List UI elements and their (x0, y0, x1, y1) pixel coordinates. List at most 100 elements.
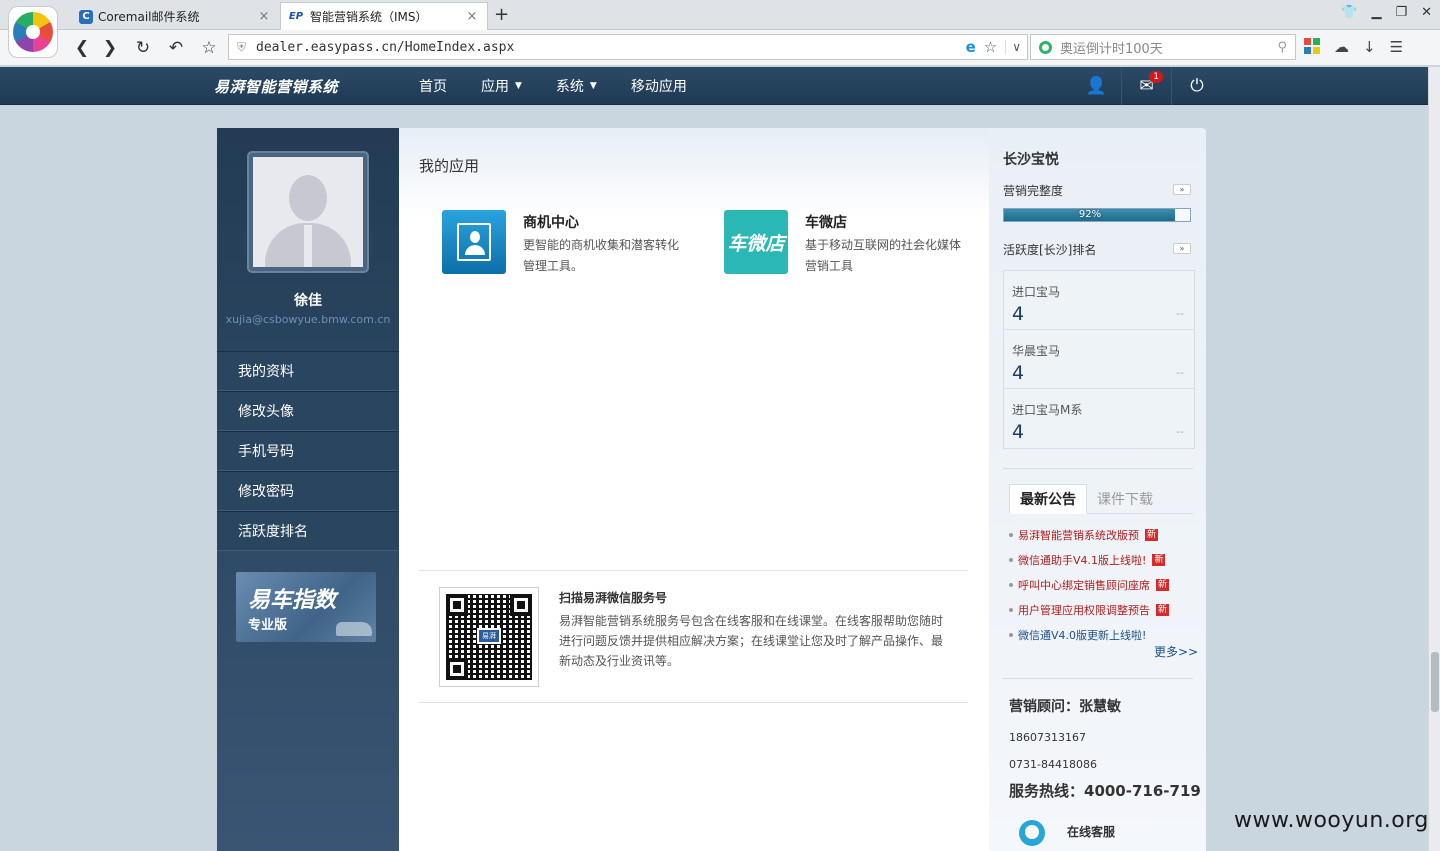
app-card-car-microstore[interactable]: 车微店 车微店 基于移动互联网的社会化媒体营销工具 (724, 210, 984, 280)
search-engine-icon (1039, 40, 1052, 54)
more-notices-link[interactable]: 更多>> (1154, 643, 1198, 660)
scrollbar-thumb[interactable] (1431, 652, 1439, 712)
menu-mobile-apps[interactable]: 移动应用 (631, 67, 687, 105)
security-shield-icon: ⛨ (237, 39, 247, 54)
notice-item[interactable]: 微信通助手V4.1版上线啦! 新 (1009, 547, 1199, 572)
sidebar-item-change-password[interactable]: 修改密码 (217, 471, 399, 511)
online-service-icon[interactable] (1019, 820, 1045, 846)
tab-title: Coremail邮件系统 (98, 10, 200, 24)
app-card-opportunity-center[interactable]: 商机中心 更智能的商机收集和潜客转化管理工具。 (442, 210, 702, 280)
mail-icon[interactable]: ✉ 1 (1122, 67, 1172, 105)
minimize-icon[interactable]: ▁ (1371, 5, 1381, 20)
power-icon[interactable]: ⏻ (1172, 67, 1222, 105)
close-tab-icon[interactable]: × (465, 9, 479, 24)
rank-trend: -- (1176, 425, 1184, 438)
chevron-down-icon: ▼ (589, 81, 597, 91)
forward-icon[interactable]: ❯ (98, 36, 122, 60)
search-input[interactable]: 奥运倒计时100天 (1060, 38, 1277, 57)
search-box[interactable]: 奥运倒计时100天 ⚲ (1030, 34, 1296, 60)
menu-system[interactable]: 系统 ▼ (556, 67, 597, 105)
bookmark-star-icon[interactable]: ☆ (984, 38, 997, 56)
yiche-index-banner[interactable]: 易车指数 专业版 (236, 572, 376, 642)
cloud-icon[interactable]: ☁ (1334, 38, 1349, 56)
app-name[interactable]: 车微店 (805, 212, 847, 232)
menu-apps[interactable]: 应用 ▼ (481, 67, 522, 105)
app-desc: 基于移动互联网的社会化媒体营销工具 (805, 238, 962, 273)
menu-icon[interactable]: ☰ (1390, 38, 1403, 56)
rank-value: 4 (1012, 303, 1025, 325)
menu-label: 首页 (419, 79, 447, 95)
marketing-advisor: 营销顾问：张慧敏 (1009, 699, 1121, 715)
download-icon[interactable]: ↓ (1363, 38, 1376, 56)
browser-tools: ☁ ↓ ☰ (1304, 38, 1403, 56)
qr-description: 易湃智能营销系统服务号包含在线客服和在线课堂。在线客服帮助您随时进行问题反馈并提… (559, 614, 944, 668)
ie-mode-icon[interactable]: e (966, 38, 976, 56)
notice-text[interactable]: 用户管理应用权限调整预告 (1018, 602, 1150, 618)
close-tab-icon[interactable]: × (257, 9, 271, 24)
app-desc: 更智能的商机收集和潜客转化管理工具。 (523, 238, 680, 273)
user-icon[interactable]: 👤 (1072, 67, 1122, 105)
address-url[interactable]: dealer.easypass.cn/HomeIndex.aspx (256, 40, 966, 55)
rank-trend: -- (1176, 366, 1184, 379)
coremail-favicon-icon: C (79, 9, 93, 24)
search-icon[interactable]: ⚲ (1277, 40, 1287, 55)
qr-code-icon: 易湃 (446, 594, 532, 680)
qr-finder (510, 594, 532, 616)
rank-brand: 进口宝马M系 (1012, 403, 1083, 417)
opportunity-center-icon[interactable] (442, 210, 506, 274)
notice-item[interactable]: 易湃智能营销系统改版预新 (1009, 522, 1199, 547)
avatar-frame (247, 151, 369, 273)
browser-logo[interactable] (8, 6, 58, 58)
notice-text[interactable]: 易湃智能营销系统改版预 (1018, 527, 1139, 543)
ranking-more-button[interactable]: » (1173, 243, 1191, 254)
sidebar-item-activity-ranking[interactable]: 活跃度排名 (217, 511, 399, 551)
menu-label: 系统 (555, 79, 584, 95)
avatar (253, 157, 363, 267)
notice-text[interactable]: 微信通V4.0版更新上线啦! (1018, 627, 1146, 643)
restore-icon[interactable]: ❐ (1395, 5, 1407, 20)
notice-text[interactable]: 呼叫中心绑定销售顾问座席 (1018, 577, 1150, 593)
shirt-icon[interactable]: 👕 (1341, 5, 1357, 20)
rank-brand: 华晨宝马 (1012, 344, 1061, 358)
sidebar-item-my-profile[interactable]: 我的资料 (217, 351, 399, 391)
online-service-link[interactable]: 在线客服 (1067, 823, 1115, 840)
divider (419, 702, 968, 703)
app-logo[interactable]: 易湃智能营销系统 (214, 76, 338, 97)
contact-frame-icon (457, 223, 491, 261)
tab-title: 智能营销系统（IMS） (310, 10, 428, 24)
tab-latest-notices[interactable]: 最新公告 (1009, 484, 1087, 514)
banner-subtitle: 专业版 (248, 618, 288, 633)
completeness-more-button[interactable]: » (1173, 184, 1191, 195)
qr-finder (446, 658, 468, 680)
qr-title: 扫描易湃微信服务号 (559, 591, 668, 605)
favorite-star-icon[interactable]: ☆ (197, 36, 221, 60)
app-name[interactable]: 商机中心 (523, 212, 579, 232)
refresh-icon[interactable]: ↻ (131, 36, 155, 60)
browser-tab-coremail[interactable]: C Coremail邮件系统 × (72, 2, 280, 30)
address-dropdown-icon[interactable]: ∨ (1005, 40, 1027, 54)
car-icon (336, 622, 372, 636)
notice-text[interactable]: 微信通助手V4.1版上线啦! (1018, 552, 1146, 568)
qr-logo: 易湃 (477, 628, 501, 644)
new-tab-button[interactable]: + (494, 4, 509, 25)
list-item: 华晨宝马 4 -- (1004, 330, 1194, 389)
sidebar-item-phone-number[interactable]: 手机号码 (217, 431, 399, 471)
sidebar-item-change-avatar[interactable]: 修改头像 (217, 391, 399, 431)
menu-label: 应用 (481, 79, 509, 95)
undo-icon[interactable]: ↶ (164, 36, 188, 60)
rank-brand: 进口宝马 (1012, 285, 1061, 299)
menu-home[interactable]: 首页 (419, 67, 447, 105)
main-content: 我的应用 商机中心 更智能的商机收集和潜客转化管理工具。 车微店 车微店 基于移… (399, 128, 989, 851)
page-scrollbar[interactable] (1428, 67, 1440, 851)
back-icon[interactable]: ❮ (70, 36, 94, 60)
tab-courseware-download[interactable]: 课件下载 (1087, 484, 1163, 514)
notice-item[interactable]: 呼叫中心绑定销售顾问座席新 (1009, 572, 1199, 597)
address-bar[interactable]: ⛨ dealer.easypass.cn/HomeIndex.aspx e ☆ … (228, 34, 1028, 60)
new-badge: 新 (1156, 603, 1170, 616)
notice-item[interactable]: 用户管理应用权限调整预告新 (1009, 597, 1199, 622)
mail-badge: 1 (1149, 71, 1163, 83)
car-microstore-icon[interactable]: 车微店 (724, 210, 788, 274)
apps-grid-icon[interactable] (1304, 38, 1320, 54)
browser-tab-ims[interactable]: EP 智能营销系统（IMS） × (280, 2, 488, 30)
close-window-icon[interactable]: ✕ (1421, 5, 1432, 20)
